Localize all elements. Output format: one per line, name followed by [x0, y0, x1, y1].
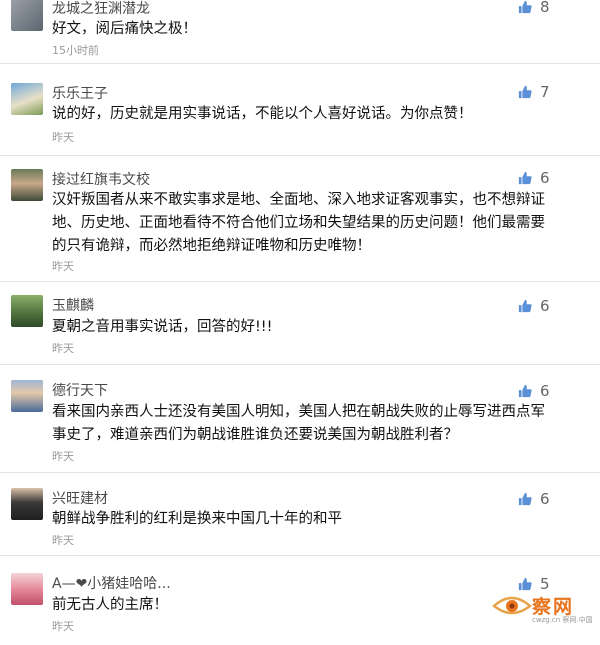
thumbs-up-icon: [518, 492, 532, 506]
comment-username[interactable]: 乐乐王子: [52, 83, 108, 103]
like-count: 7: [540, 83, 550, 101]
comment-item: 玉麒麟 6 夏朝之音用事实说话，回答的好!!! 昨天: [0, 281, 600, 365]
comment-time: 昨天: [52, 620, 74, 633]
comment-time: 昨天: [52, 342, 74, 355]
comment-username[interactable]: 玉麒麟: [52, 295, 94, 315]
watermark-domain: cwzg.cn 察网.中国: [532, 616, 593, 624]
comment-username[interactable]: 龙城之狂渊潜龙: [52, 0, 150, 18]
like-button[interactable]: 8: [518, 0, 550, 16]
like-count: 6: [540, 297, 550, 315]
like-button[interactable]: 6: [518, 382, 550, 400]
thumbs-up-icon: [518, 384, 532, 398]
comment-item: 兴旺建材 6 朝鲜战争胜利的红利是换来中国几十年的和平 昨天: [0, 472, 600, 556]
comment-text: 好文，阅后痛快之极！: [52, 21, 197, 37]
comment-time: 昨天: [52, 260, 74, 273]
like-count: 6: [540, 382, 550, 400]
thumbs-up-icon: [518, 85, 532, 99]
comment-item: 龙城之狂渊潜龙 8 好文，阅后痛快之极！ 15小时前: [0, 0, 600, 64]
comment-text: 前无古人的主席！: [52, 597, 168, 613]
comment-item: 德行天下 6 看来国内亲西人士还没有美国人明知，美国人把在朝战失败的止辱写进西点…: [0, 364, 600, 473]
comment-username[interactable]: A—❤小猪娃哈哈...: [52, 573, 171, 593]
like-button[interactable]: 7: [518, 83, 550, 101]
like-count: 6: [540, 490, 550, 508]
avatar[interactable]: [11, 488, 43, 520]
avatar[interactable]: [11, 295, 43, 327]
comment-text: 夏朝之音用事实说话，回答的好!!!: [52, 319, 273, 335]
avatar[interactable]: [11, 0, 43, 31]
avatar[interactable]: [11, 83, 43, 115]
thumbs-up-icon: [518, 0, 532, 14]
like-count: 6: [540, 169, 550, 187]
comment-text: 汉奸叛国者从来不敢实事求是地、全面地、深入地求证客观事实，也不想辩证地、历史地、…: [52, 192, 545, 254]
avatar[interactable]: [11, 169, 43, 201]
comment-time: 15小时前: [52, 44, 99, 57]
comment-text: 说的好，历史就是用实事说话，不能以个人喜好说话。为你点赞！: [52, 106, 473, 122]
eye-logo-icon: [492, 596, 532, 615]
comment-item: 乐乐王子 7 说的好，历史就是用实事说话，不能以个人喜好说话。为你点赞！ 昨天: [0, 70, 600, 156]
like-button[interactable]: 6: [518, 169, 550, 187]
like-button[interactable]: 6: [518, 490, 550, 508]
thumbs-up-icon: [518, 171, 532, 185]
comment-text: 朝鲜战争胜利的红利是换来中国几十年的和平: [52, 511, 342, 527]
comment-time: 昨天: [52, 534, 74, 547]
comment-item: 接过红旗韦文校 6 汉奸叛国者从来不敢实事求是地、全面地、深入地求证客观事实，也…: [0, 155, 600, 282]
comment-username[interactable]: 兴旺建材: [52, 488, 108, 508]
comment-time: 昨天: [52, 131, 74, 144]
like-count: 8: [540, 0, 550, 16]
site-watermark: 察网 cwzg.cn 察网.中国: [492, 588, 598, 624]
comment-username[interactable]: 德行天下: [52, 380, 108, 400]
comment-username[interactable]: 接过红旗韦文校: [52, 169, 150, 189]
thumbs-up-icon: [518, 299, 532, 313]
like-button[interactable]: 6: [518, 297, 550, 315]
comment-time: 昨天: [52, 450, 74, 463]
avatar[interactable]: [11, 573, 43, 605]
avatar[interactable]: [11, 380, 43, 412]
comment-text: 看来国内亲西人士还没有美国人明知，美国人把在朝战失败的止辱写进西点军事史了，难道…: [52, 404, 545, 443]
